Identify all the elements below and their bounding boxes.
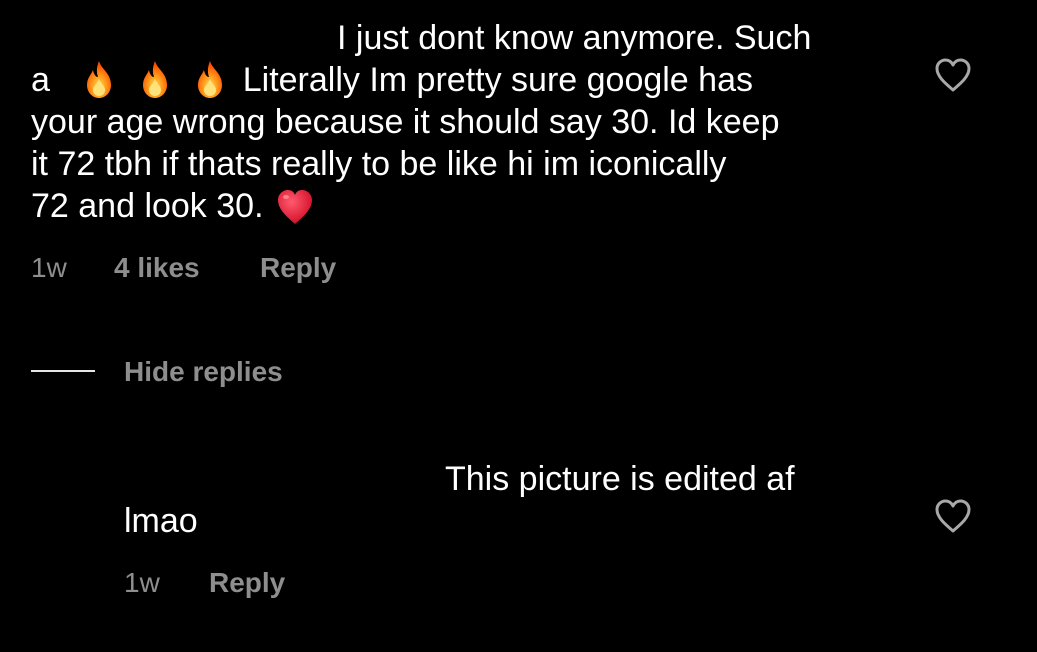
comment-line-4: it 72 tbh if thats really to be like hi …	[31, 145, 727, 183]
comment-line-2-start: a	[31, 61, 50, 99]
fire-emoji	[192, 59, 228, 99]
reply-line-2: lmao	[124, 502, 198, 540]
like-reply-heart-icon[interactable]	[934, 498, 972, 534]
hide-replies-button[interactable]: Hide replies	[124, 356, 283, 388]
comment-reply-button[interactable]: Reply	[260, 252, 336, 284]
reply-reply-button[interactable]: Reply	[209, 567, 285, 599]
comment-timestamp: 1w	[31, 252, 67, 283]
comment-line-2: a Literally Im pretty sure google has	[31, 59, 753, 101]
like-comment-heart-icon[interactable]	[934, 57, 972, 93]
comment-line-1: I just dont know anymore. Such	[337, 19, 812, 57]
replies-divider	[31, 370, 95, 372]
comment-line-2-end: Literally Im pretty sure google has	[242, 61, 753, 99]
comment-likes-count[interactable]: 4 likes	[114, 252, 200, 284]
reply-line-1: This picture is edited af	[445, 460, 795, 498]
comment-line-5-text: 72 and look 30.	[31, 187, 264, 225]
fire-emoji	[137, 59, 173, 99]
comment-line-3: your age wrong because it should say 30.…	[31, 103, 780, 141]
fire-emoji	[81, 59, 117, 99]
reply-timestamp: 1w	[124, 567, 160, 598]
red-heart-emoji	[275, 187, 315, 227]
comment-line-5: 72 and look 30.	[31, 185, 320, 227]
